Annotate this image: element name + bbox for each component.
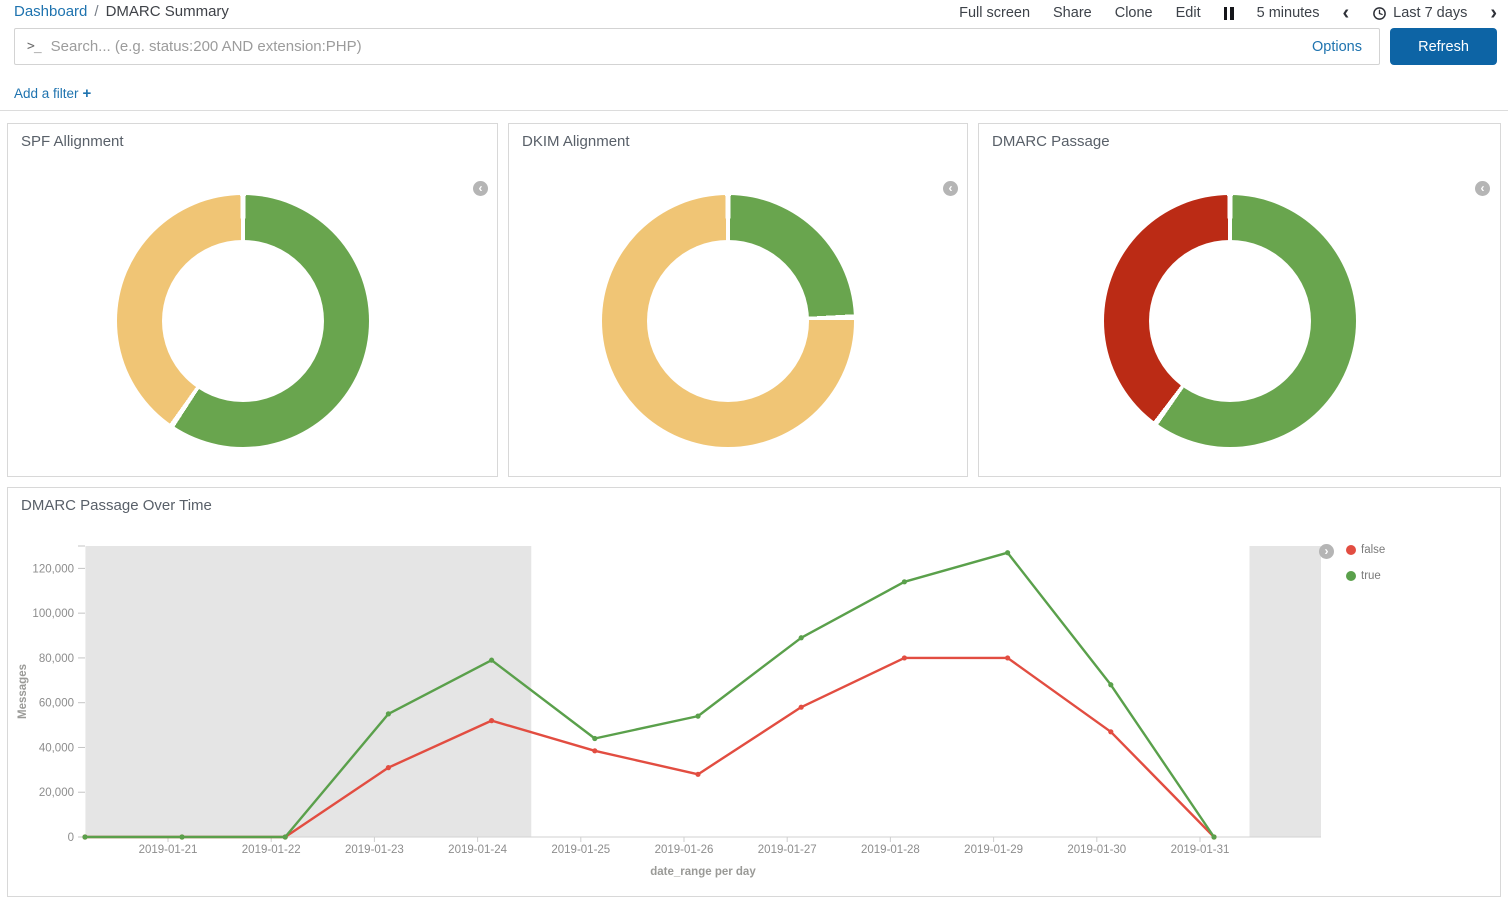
x-tick-label: 2019-01-28 bbox=[861, 844, 920, 856]
panel-title-timeline: DMARC Passage Over Time bbox=[21, 497, 212, 514]
edit-button[interactable]: Edit bbox=[1176, 5, 1201, 21]
add-filter-link[interactable]: Add a filter + bbox=[14, 85, 91, 102]
page-title: DMARC Summary bbox=[106, 3, 229, 20]
y-tick-label: 0 bbox=[68, 832, 74, 844]
y-tick-label: 120,000 bbox=[32, 563, 74, 575]
legend-label: true bbox=[1361, 570, 1381, 582]
legend-label: false bbox=[1361, 544, 1385, 556]
data-point-false[interactable] bbox=[592, 748, 597, 753]
panel-dkim-alignment: DKIM Alignment ‹ bbox=[508, 123, 968, 477]
time-range-picker[interactable]: Last 7 days bbox=[1372, 5, 1467, 21]
full-screen-button[interactable]: Full screen bbox=[959, 5, 1030, 21]
data-point-false[interactable] bbox=[386, 765, 391, 770]
time-back-icon[interactable]: ‹ bbox=[1342, 6, 1349, 20]
data-point-true[interactable] bbox=[283, 834, 288, 839]
legend-expand-icon[interactable]: › bbox=[1319, 544, 1334, 559]
data-point-true[interactable] bbox=[1005, 550, 1010, 555]
refresh-interval-button[interactable]: 5 minutes bbox=[1257, 5, 1320, 21]
legend-dot-true bbox=[1346, 571, 1356, 581]
x-tick-label: 2019-01-27 bbox=[758, 844, 817, 856]
y-tick-label: 40,000 bbox=[39, 742, 74, 754]
y-tick-label: 20,000 bbox=[39, 787, 74, 799]
data-point-true[interactable] bbox=[82, 834, 87, 839]
x-tick-label: 2019-01-29 bbox=[964, 844, 1023, 856]
x-tick-label: 2019-01-26 bbox=[655, 844, 714, 856]
legend-dot-false bbox=[1346, 545, 1356, 555]
data-point-true[interactable] bbox=[179, 834, 184, 839]
panel-spf-allignment: SPF Allignment ‹ bbox=[7, 123, 498, 477]
panel-title-dmarc: DMARC Passage bbox=[992, 133, 1110, 150]
data-point-true[interactable] bbox=[592, 736, 597, 741]
panel-title-spf: SPF Allignment bbox=[21, 133, 124, 150]
data-point-false[interactable] bbox=[1108, 729, 1113, 734]
refresh-button[interactable]: Refresh bbox=[1390, 28, 1497, 65]
x-tick-label: 2019-01-30 bbox=[1067, 844, 1126, 856]
donut-chart-dmarc[interactable] bbox=[1104, 195, 1356, 447]
y-tick-label: 80,000 bbox=[39, 653, 74, 665]
x-tick-label: 2019-01-22 bbox=[242, 844, 301, 856]
time-range-label: Last 7 days bbox=[1393, 5, 1467, 21]
donut-chart-dkim[interactable] bbox=[602, 195, 854, 447]
donut-chart-spf[interactable] bbox=[117, 195, 369, 447]
data-point-true[interactable] bbox=[902, 579, 907, 584]
plus-icon: + bbox=[83, 85, 92, 102]
panel-dmarc-passage-over-time: DMARC Passage Over Time 2019-01-212019-0… bbox=[7, 487, 1501, 897]
legend-item-false[interactable]: false bbox=[1346, 544, 1385, 556]
donut-hole bbox=[1149, 240, 1311, 402]
data-point-true[interactable] bbox=[489, 658, 494, 663]
x-tick-label: 2019-01-24 bbox=[448, 844, 507, 856]
breadcrumb-dashboard-link[interactable]: Dashboard bbox=[14, 3, 87, 20]
out-of-range-band bbox=[1250, 546, 1321, 837]
data-point-true[interactable] bbox=[1211, 834, 1216, 839]
clone-button[interactable]: Clone bbox=[1115, 5, 1153, 21]
y-axis-title: Messages bbox=[17, 664, 29, 719]
x-tick-label: 2019-01-31 bbox=[1171, 844, 1230, 856]
share-button[interactable]: Share bbox=[1053, 5, 1092, 21]
data-point-true[interactable] bbox=[799, 635, 804, 640]
donut-hole bbox=[647, 240, 809, 402]
donut-hole bbox=[162, 240, 324, 402]
x-tick-label: 2019-01-23 bbox=[345, 844, 404, 856]
header-divider bbox=[0, 110, 1508, 111]
legend-collapse-icon[interactable]: ‹ bbox=[473, 181, 488, 196]
search-bar: >_ Options bbox=[14, 28, 1380, 65]
query-prompt-icon: >_ bbox=[15, 39, 51, 54]
data-point-false[interactable] bbox=[799, 705, 804, 710]
nav-actions: Full screen Share Clone Edit 5 minutes ‹… bbox=[959, 0, 1497, 26]
legend-collapse-icon[interactable]: ‹ bbox=[1475, 181, 1490, 196]
legend-collapse-icon[interactable]: ‹ bbox=[943, 181, 958, 196]
x-axis-title: date_range per day bbox=[650, 866, 756, 878]
data-point-false[interactable] bbox=[1005, 655, 1010, 660]
add-filter-label: Add a filter bbox=[14, 86, 79, 101]
pause-icon[interactable] bbox=[1224, 7, 1234, 20]
x-tick-label: 2019-01-21 bbox=[139, 844, 198, 856]
data-point-false[interactable] bbox=[489, 718, 494, 723]
breadcrumb-separator: / bbox=[94, 3, 98, 20]
top-nav-bar: Dashboard / DMARC Summary Full screen Shar… bbox=[0, 0, 1508, 26]
data-point-true[interactable] bbox=[695, 714, 700, 719]
time-forward-icon[interactable]: › bbox=[1490, 6, 1497, 20]
breadcrumb: Dashboard / DMARC Summary bbox=[14, 3, 229, 20]
options-link[interactable]: Options bbox=[1295, 39, 1379, 55]
x-tick-label: 2019-01-25 bbox=[551, 844, 610, 856]
data-point-true[interactable] bbox=[1108, 682, 1113, 687]
search-input[interactable] bbox=[51, 38, 1295, 55]
panel-dmarc-passage: DMARC Passage ‹ bbox=[978, 123, 1501, 477]
data-point-false[interactable] bbox=[902, 655, 907, 660]
line-chart: 2019-01-21 2019-01-22 2019-01-23 2019-01-24… bbox=[8, 488, 1500, 894]
clock-icon bbox=[1372, 6, 1387, 21]
panel-title-dkim: DKIM Alignment bbox=[522, 133, 630, 150]
y-tick-label: 100,000 bbox=[32, 608, 74, 620]
legend-item-true[interactable]: true bbox=[1346, 570, 1381, 582]
y-tick-label: 60,000 bbox=[39, 698, 74, 710]
out-of-range-band bbox=[85, 546, 531, 837]
data-point-true[interactable] bbox=[386, 711, 391, 716]
data-point-false[interactable] bbox=[695, 772, 700, 777]
